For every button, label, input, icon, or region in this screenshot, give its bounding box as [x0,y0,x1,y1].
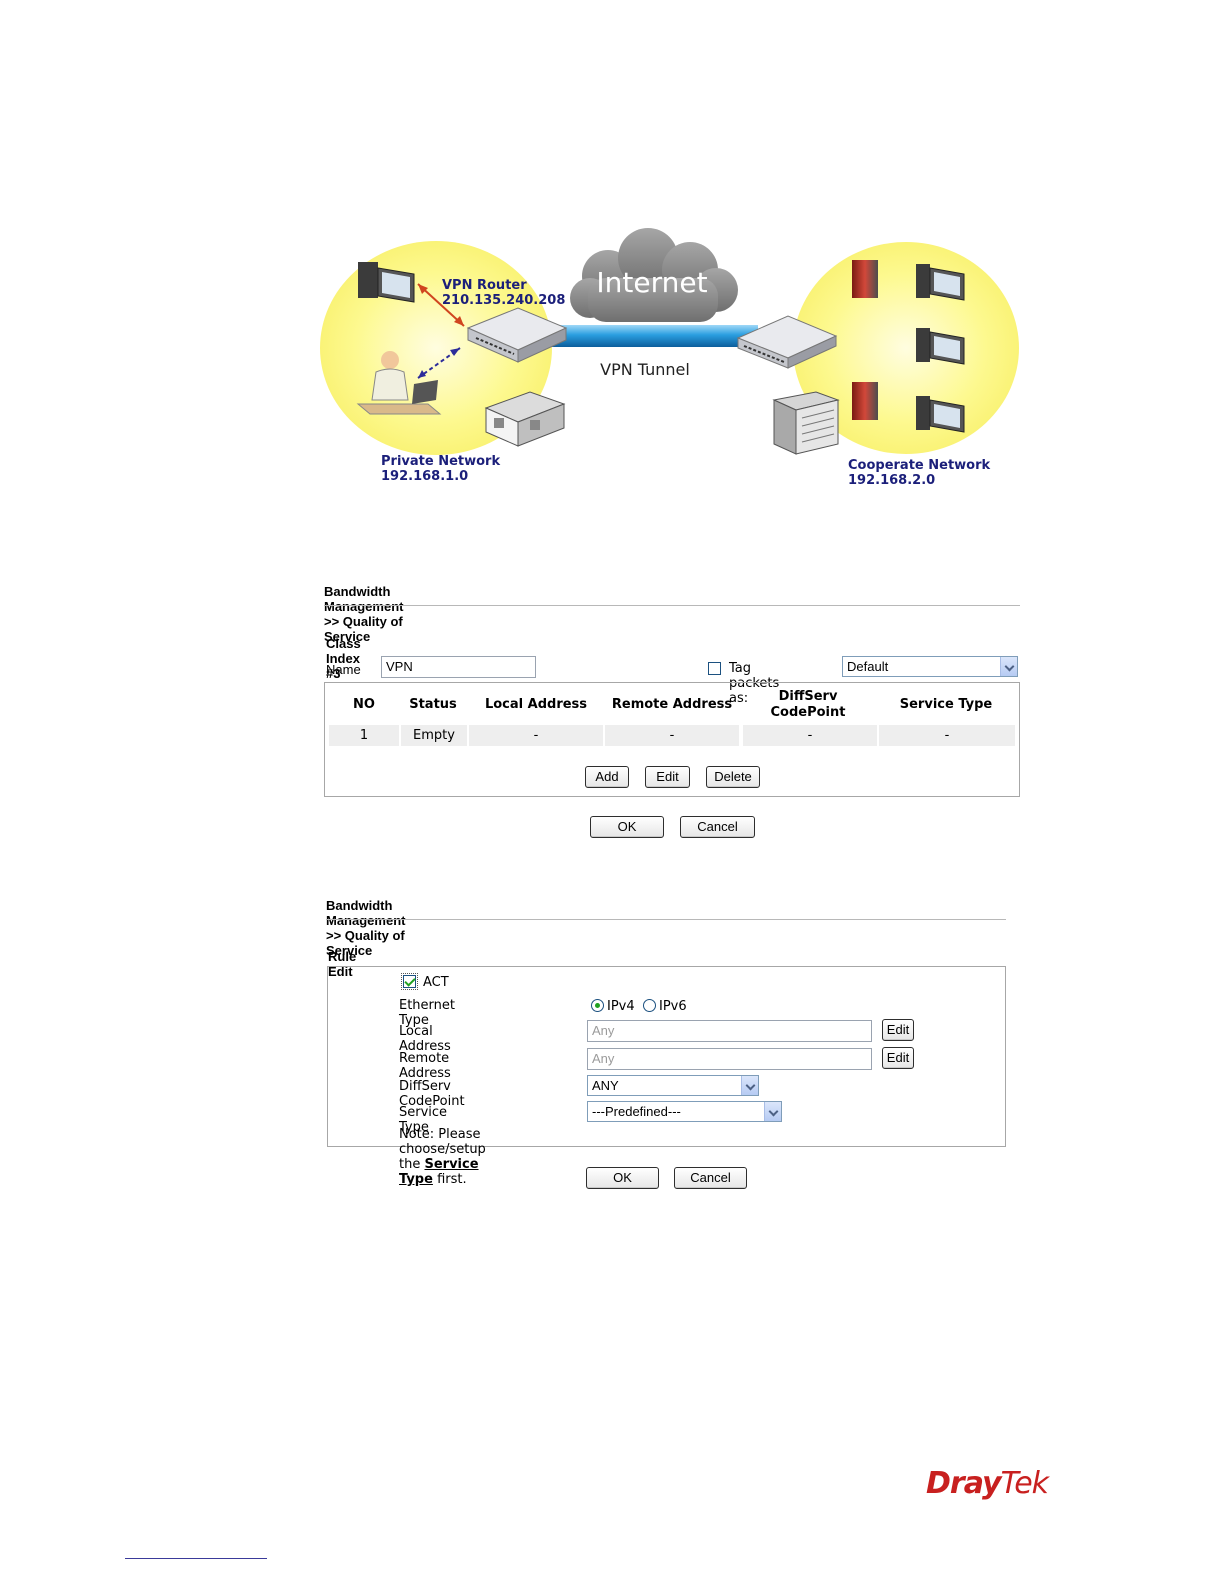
column-header-no: NO [353,697,375,712]
class-name-input[interactable]: VPN [381,656,536,678]
private-network-ip: 192.168.1.0 [381,469,468,484]
server-tower-icon [852,260,878,298]
column-header-local-address: Local Address [484,697,588,712]
vpn-network-diagram: Internet VPN Tunnel VPN Router 210.135.2… [320,228,1019,488]
cancel-button[interactable]: Cancel [674,1167,747,1189]
edit-button[interactable]: Edit [645,766,690,788]
column-header-remote-address: Remote Address [611,697,733,712]
remote-address-label: Remote Address [399,1051,451,1081]
ok-button[interactable]: OK [586,1167,659,1189]
tag-packets-checkbox[interactable] [708,662,721,675]
cell-service-type: - [879,725,1015,746]
private-network-label: Private Network [381,454,500,469]
vpn-router-ip: 210.135.240.208 [442,293,565,308]
column-header-diffserv: DiffServ CodePoint [741,689,875,721]
server-rack-icon [772,391,840,455]
column-header-service-type: Service Type [899,697,993,712]
service-type-select[interactable]: ---Predefined--- [587,1101,782,1122]
service-type-note: Note: Please choose/setup the Service Ty… [399,1127,486,1187]
footer-divider [125,1558,267,1559]
column-header-status: Status [409,697,457,712]
draytek-logo: DrayTek [926,1466,1049,1501]
chevron-down-icon[interactable] [741,1076,758,1095]
breadcrumb-divider [324,605,1020,606]
ipv6-label: IPv6 [659,999,687,1014]
cancel-button[interactable]: Cancel [680,816,755,838]
diffserv-codepoint-select[interactable]: ANY [587,1075,759,1096]
remote-address-input[interactable]: Any [587,1048,872,1070]
ipv6-radio[interactable] [643,999,656,1012]
diffserv-codepoint-value: ANY [592,1078,619,1093]
internet-label: Internet [596,266,707,299]
local-address-input[interactable]: Any [587,1020,872,1042]
tag-packets-value: Default [847,659,889,674]
cell-no: 1 [329,725,399,746]
breadcrumb: Bandwidth Management >> Quality of Servi… [324,584,404,644]
cooperate-network-ip: 192.168.2.0 [848,473,935,488]
vpn-router-label: VPN Router [442,278,527,293]
logo-part-2: Tek [1000,1466,1049,1501]
chevron-down-icon[interactable] [764,1102,781,1121]
local-address-edit-button[interactable]: Edit [882,1019,914,1041]
act-label: ACT [423,975,449,990]
remote-address-edit-button[interactable]: Edit [882,1047,914,1069]
cell-status: Empty [401,725,467,746]
service-type-value: ---Predefined--- [592,1104,681,1119]
tag-packets-select[interactable]: Default [842,656,1018,677]
server-tower-icon [852,382,878,420]
cooperate-network-label: Cooperate Network [848,458,991,473]
column-header-diffserv-line1: DiffServ [778,689,838,704]
note-prefix: Note: [399,1127,435,1142]
vpn-tunnel-tube [548,325,758,347]
local-address-label: Local Address [399,1024,451,1054]
ok-button[interactable]: OK [590,816,664,838]
name-label: Name [326,662,361,677]
ipv4-label: IPv4 [607,999,635,1014]
breadcrumb-divider [326,919,1006,920]
add-button[interactable]: Add [585,766,629,788]
delete-button[interactable]: Delete [706,766,760,788]
cell-diffserv: - [743,725,877,746]
ipv4-radio[interactable] [591,999,604,1012]
act-checkbox[interactable] [401,973,418,990]
vpn-tunnel-label: VPN Tunnel [600,360,690,379]
column-header-diffserv-line2: CodePoint [770,705,846,720]
chevron-down-icon[interactable] [1000,657,1017,676]
logo-part-1: Dray [926,1466,1002,1501]
cell-local-address: - [469,725,603,746]
note-suffix: first. [437,1172,467,1187]
cell-remote-address: - [605,725,739,746]
